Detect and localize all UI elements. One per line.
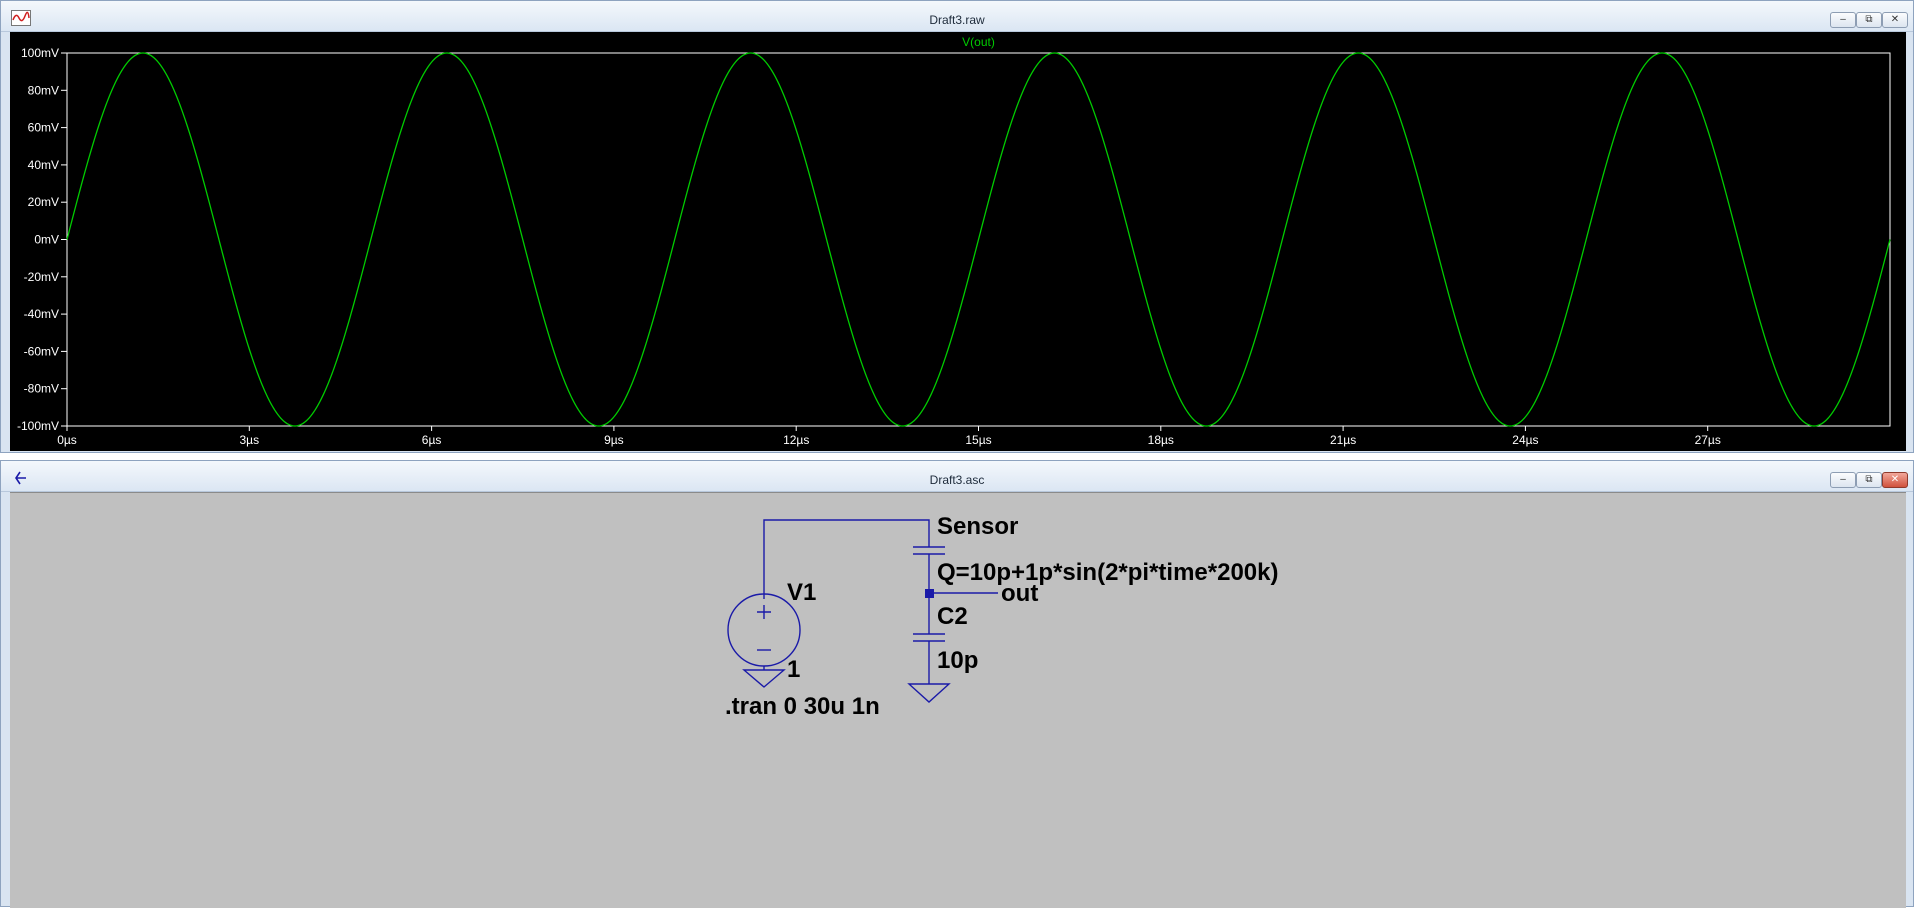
- y-tick-label: 100mV: [21, 46, 59, 60]
- c2-capacitor-symbol: [913, 633, 945, 642]
- waveform-window: Draft3.raw ‒ ⧉ ✕ 100mV 80mV 60mV 40mV 20mV 0m…: [0, 0, 1914, 453]
- out-node-junction: [925, 589, 934, 598]
- close-icon: ✕: [1890, 474, 1900, 485]
- sensor-name-label: Sensor: [937, 513, 1019, 540]
- spice-directive-label: .tran 0 30u 1n: [725, 693, 880, 720]
- ground-symbol-c2: [907, 683, 951, 703]
- y-tick-label: -60mV: [24, 344, 59, 358]
- waveform-chart[interactable]: 100mV 80mV 60mV 40mV 20mV 0mV -20mV -40mV -60mV -…: [10, 32, 1906, 451]
- v1-name-label: V1: [787, 579, 817, 606]
- y-tick-label: 40mV: [28, 158, 59, 172]
- x-tick-label: 3µs: [240, 433, 260, 447]
- x-tick-label: 24µs: [1512, 433, 1538, 447]
- x-tick-label: 27µs: [1695, 433, 1721, 447]
- y-tick-label: 20mV: [28, 195, 59, 209]
- v1-value-label: 1: [787, 656, 801, 683]
- x-tick-label: 15µs: [965, 433, 991, 447]
- x-tick-label: 9µs: [604, 433, 624, 447]
- trace-legend-vout: V(out): [962, 35, 995, 49]
- y-tick-label: 80mV: [28, 83, 59, 97]
- plus-icon: [757, 605, 771, 619]
- waveform-plot[interactable]: 100mV 80mV 60mV 40mV 20mV 0mV -20mV -40mV -60mV -…: [10, 32, 1906, 451]
- minimize-button[interactable]: ‒: [1830, 12, 1856, 28]
- y-tick-label: 0mV: [34, 233, 59, 247]
- y-tick-label: -100mV: [17, 419, 59, 433]
- wire-top: [763, 519, 930, 548]
- x-tick-label: 21µs: [1330, 433, 1356, 447]
- restore-icon: ⧉: [1865, 474, 1873, 485]
- restore-button[interactable]: ⧉: [1856, 12, 1882, 28]
- y-tick-label: 60mV: [28, 121, 59, 135]
- y-tick-label: -40mV: [24, 307, 59, 321]
- schematic-drawing[interactable]: [10, 493, 1906, 908]
- close-icon: ✕: [1890, 14, 1900, 25]
- schematic-window: Draft3.asc ‒ ⧉ ✕ Sensor Q=10p+1p*sin(2*p…: [0, 460, 1914, 908]
- close-button[interactable]: ✕: [1882, 472, 1908, 488]
- y-tick-label: -20mV: [24, 270, 59, 284]
- schematic-titlebar[interactable]: Draft3.asc ‒ ⧉ ✕: [1, 461, 1913, 492]
- x-tick-label: 18µs: [1148, 433, 1174, 447]
- close-button[interactable]: ✕: [1882, 12, 1908, 28]
- x-tick-label: 12µs: [783, 433, 809, 447]
- minimize-icon: ‒: [1840, 474, 1846, 485]
- restore-icon: ⧉: [1865, 14, 1873, 25]
- schematic-canvas[interactable]: Sensor Q=10p+1p*sin(2*pi*time*200k) out …: [10, 492, 1906, 908]
- c2-value-label: 10p: [937, 647, 979, 674]
- sensor-capacitor-symbol: [913, 546, 945, 555]
- restore-button[interactable]: ⧉: [1856, 472, 1882, 488]
- waveform-titlebar[interactable]: Draft3.raw ‒ ⧉ ✕: [1, 1, 1913, 32]
- x-tick-label: 0µs: [57, 433, 77, 447]
- y-tick-label: -80mV: [24, 382, 59, 396]
- ground-symbol-v1: [742, 669, 786, 688]
- trace-vout: [66, 52, 1891, 427]
- x-tick-label: 6µs: [422, 433, 442, 447]
- sensor-expression-label: Q=10p+1p*sin(2*pi*time*200k): [937, 559, 1279, 586]
- c2-name-label: C2: [937, 603, 968, 630]
- minimize-button[interactable]: ‒: [1830, 472, 1856, 488]
- net-label-out: out: [1001, 580, 1039, 607]
- minimize-icon: ‒: [1840, 14, 1846, 25]
